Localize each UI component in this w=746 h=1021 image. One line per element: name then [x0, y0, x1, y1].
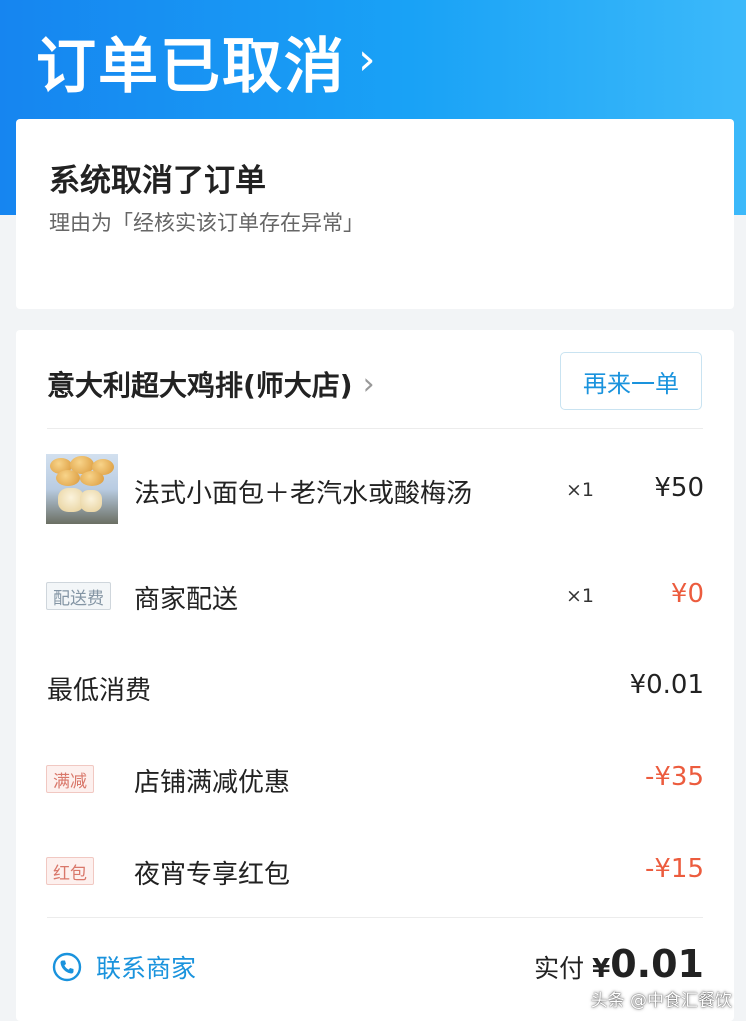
order-status-title[interactable]: 订单已取消 › — [36, 16, 376, 106]
item-name: 法式小面包＋老汽水或酸梅汤 — [134, 479, 473, 509]
order-detail-card: 意大利超大鸡排(师大店) › 再来一单 法式小面包＋老汽水或酸梅汤 ×1 ¥50… — [16, 330, 734, 1021]
order-status-text: 订单已取消 — [36, 31, 346, 102]
delivery-fee-tag: 配送费 — [46, 582, 111, 610]
red-packet-tag: 红包 — [46, 857, 94, 885]
divider — [47, 428, 703, 429]
bread-thumbnail — [46, 454, 118, 524]
contact-merchant-label: 联系商家 — [96, 954, 197, 983]
contact-merchant-button[interactable]: 联系商家 — [52, 949, 196, 985]
divider — [47, 917, 703, 918]
watermark: 头条 @中食汇餐饮 — [590, 991, 732, 1011]
shop-name: 意大利超大鸡排(师大店) — [47, 369, 353, 402]
delivery-price: ¥0 — [670, 579, 704, 609]
min-spend-label: 最低消费 — [47, 676, 152, 706]
full-reduction-tag: 满减 — [46, 765, 94, 793]
chevron-right-icon: › — [362, 366, 375, 402]
cancel-title: 系统取消了订单 — [49, 163, 266, 199]
discount-price: -¥15 — [644, 854, 704, 884]
shop-link[interactable]: 意大利超大鸡排(师大店) › — [47, 364, 375, 404]
delivery-name: 商家配送 — [134, 585, 239, 615]
phone-icon — [52, 952, 82, 982]
item-price: ¥50 — [654, 473, 704, 503]
delivery-qty: ×1 — [566, 585, 595, 607]
cancel-reason: 理由为「经核实该订单存在异常」 — [49, 211, 364, 235]
discount-price: -¥35 — [644, 762, 704, 792]
reorder-button[interactable]: 再来一单 — [560, 352, 702, 410]
discount-name: 店铺满减优惠 — [134, 768, 291, 798]
paid-label: 实付 — [534, 954, 585, 983]
min-spend-price: ¥0.01 — [629, 670, 704, 700]
chevron-right-icon: › — [358, 33, 376, 85]
discount-name: 夜宵专享红包 — [134, 860, 291, 890]
cancel-info-card: 系统取消了订单 理由为「经核实该订单存在异常」 — [16, 119, 734, 309]
currency-symbol: ¥ — [592, 954, 611, 984]
paid-total: 实付 ¥ 0.01 — [534, 942, 704, 986]
paid-amount: 0.01 — [610, 942, 704, 986]
item-qty: ×1 — [566, 479, 595, 501]
